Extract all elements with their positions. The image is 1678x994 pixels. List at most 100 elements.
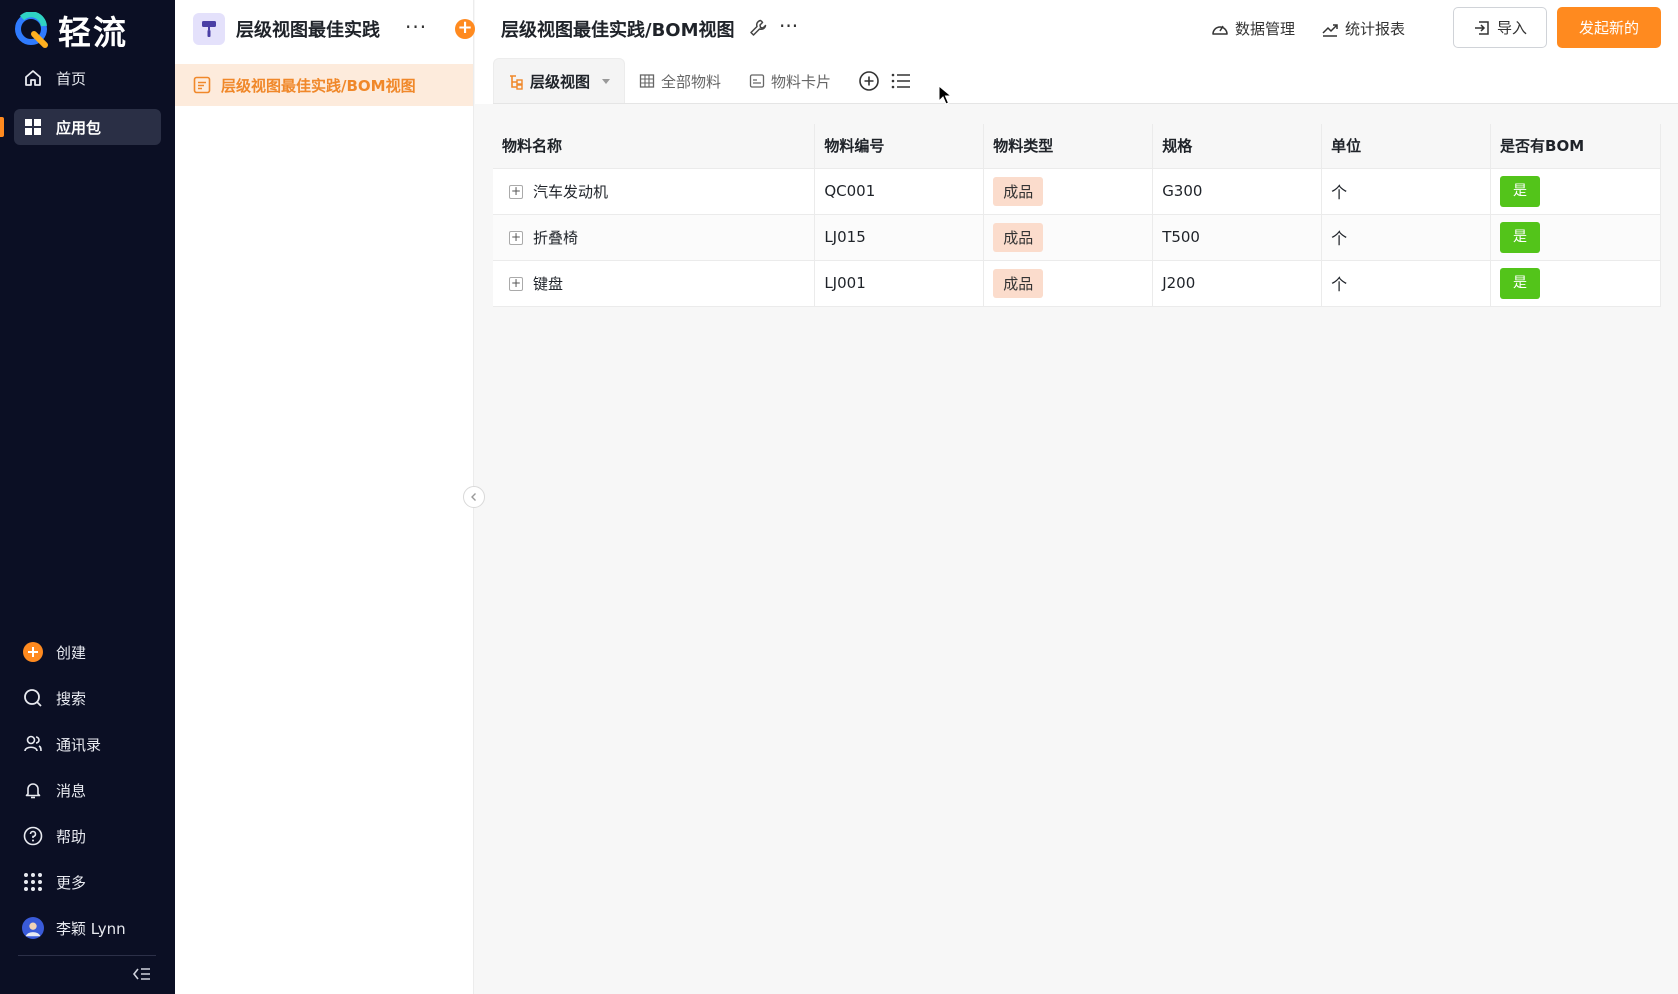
page-title: 层级视图最佳实践/BOM视图 [501, 20, 735, 41]
table-row[interactable]: + 汽车发动机 QC001 成品 G300 个 是 [493, 168, 1661, 215]
tree-item-label: 层级视图最佳实践/BOM视图 [221, 76, 416, 95]
cell-name: + 折叠椅 [493, 214, 816, 261]
cell-code: LJ001 [814, 260, 985, 307]
hierarchy-icon [510, 74, 523, 90]
type-tag: 成品 [993, 268, 1044, 298]
help-icon [22, 825, 44, 847]
logo-text: 轻流 [58, 13, 128, 52]
bom-table: 物料名称 物料编号 物料类型 规格 单位 是否有BOM + 汽车发动机 QC001… [493, 124, 1661, 307]
nav-item-home[interactable]: 首页 [14, 60, 161, 96]
tab-label: 层级视图 [530, 73, 591, 91]
type-tag: 成品 [993, 222, 1044, 252]
cell-code: QC001 [814, 168, 985, 215]
column-header-code[interactable]: 物料编号 [814, 124, 985, 169]
material-name: 汽车发动机 [533, 182, 609, 201]
material-name: 折叠椅 [533, 228, 579, 247]
nav-divider [18, 955, 156, 956]
table-icon [639, 74, 655, 88]
cell-unit: 个 [1321, 168, 1492, 215]
app-tree-panel: 层级视图最佳实践 ··· + 层级视图最佳实践/BOM视图 [175, 0, 475, 994]
plus-circle-icon [22, 641, 44, 663]
caret-down-icon[interactable] [602, 79, 611, 84]
logo-q-icon [15, 12, 48, 48]
import-button[interactable]: 导入 [1453, 7, 1547, 48]
data-manage-label: 数据管理 [1235, 20, 1296, 38]
profile-name: 李颖 Lynn [56, 919, 126, 938]
form-icon [193, 76, 211, 94]
new-record-button[interactable]: 发起新的 [1557, 7, 1661, 48]
bell-icon [22, 779, 44, 801]
type-tag: 成品 [993, 176, 1044, 206]
cell-name: + 汽车发动机 [493, 168, 816, 215]
tab-label: 物料卡片 [771, 72, 832, 91]
table-row[interactable]: + 键盘 LJ001 成品 J200 个 是 [493, 260, 1661, 307]
nav-item-label: 创建 [56, 643, 87, 662]
column-header-name[interactable]: 物料名称 [493, 124, 816, 169]
plus-circle-icon [859, 71, 879, 91]
cell-code: LJ015 [814, 214, 985, 261]
wrench-icon[interactable] [748, 18, 768, 38]
column-header-type[interactable]: 物料类型 [983, 124, 1154, 169]
nav-item-contacts[interactable]: 通讯录 [14, 726, 161, 762]
material-name: 键盘 [533, 274, 564, 293]
nav-item-profile[interactable]: 李颖 Lynn [14, 910, 161, 946]
table-area: 物料名称 物料编号 物料类型 规格 单位 是否有BOM + 汽车发动机 QC001… [493, 104, 1661, 994]
view-list-button[interactable] [885, 58, 917, 104]
nav-item-search[interactable]: 搜索 [14, 680, 161, 716]
app-icon [193, 13, 225, 45]
data-manage-link[interactable]: 数据管理 [1211, 18, 1295, 39]
nav-item-messages[interactable]: 消息 [14, 772, 161, 808]
main-header: 层级视图最佳实践/BOM视图 ··· 数据管理 统计报表 导入 发起新的 层级视… [475, 0, 1678, 104]
logo[interactable]: 轻流 [14, 10, 128, 52]
apps-grid-icon [22, 116, 44, 138]
paint-roller-icon [202, 21, 216, 37]
search-icon [22, 687, 44, 709]
tab-material-card[interactable]: 物料卡片 [735, 58, 845, 104]
expand-plus-icon[interactable]: + [509, 277, 523, 291]
expand-plus-icon[interactable]: + [509, 185, 523, 199]
view-tabs: 层级视图 全部物料 物料卡片 [493, 58, 917, 104]
import-icon [1474, 20, 1489, 35]
title-more-button[interactable]: ··· [779, 14, 798, 38]
nav-item-label: 搜索 [56, 689, 87, 708]
column-header-unit[interactable]: 单位 [1321, 124, 1492, 169]
nav-item-help[interactable]: 帮助 [14, 818, 161, 854]
nav-item-label: 消息 [56, 781, 87, 800]
home-icon [22, 67, 44, 89]
column-header-spec[interactable]: 规格 [1152, 124, 1323, 169]
tab-all-materials[interactable]: 全部物料 [625, 58, 735, 104]
expand-plus-icon[interactable]: + [509, 231, 523, 245]
cell-unit: 个 [1321, 214, 1492, 261]
bom-yes-tag: 是 [1500, 221, 1541, 253]
table-row[interactable]: + 折叠椅 LJ015 成品 T500 个 是 [493, 214, 1661, 261]
collapse-sidebar-icon[interactable] [132, 966, 152, 982]
nav-item-label: 通讯录 [56, 735, 102, 754]
card-icon [749, 74, 765, 88]
active-indicator [0, 117, 4, 137]
cell-has-bom: 是 [1490, 260, 1661, 307]
cell-name: + 键盘 [493, 260, 816, 307]
cell-type: 成品 [983, 168, 1154, 215]
stats-report-label: 统计报表 [1345, 20, 1406, 38]
bom-yes-tag: 是 [1500, 175, 1541, 207]
stats-report-link[interactable]: 统计报表 [1321, 18, 1405, 39]
tab-label: 全部物料 [661, 72, 722, 91]
cell-spec: J200 [1152, 260, 1323, 307]
nav-item-label: 帮助 [56, 827, 87, 846]
nav-item-more[interactable]: 更多 [14, 864, 161, 900]
dots-grid-icon [22, 871, 44, 893]
column-header-has-bom[interactable]: 是否有BOM [1490, 124, 1661, 169]
nav-item-create[interactable]: 创建 [14, 634, 161, 670]
contacts-icon [22, 733, 44, 755]
tab-hierarchy-view[interactable]: 层级视图 [493, 58, 626, 104]
nav-item-apps[interactable]: 应用包 [14, 109, 161, 145]
app-more-button[interactable]: ··· [405, 15, 427, 39]
add-view-button[interactable] [853, 58, 885, 104]
panel-collapse-handle[interactable] [463, 486, 485, 508]
tree-item-bom-view[interactable]: 层级视图最佳实践/BOM视图 [175, 64, 473, 106]
chevron-left-icon [471, 493, 476, 501]
app-header: 层级视图最佳实践 ··· + [193, 13, 475, 45]
app-add-button[interactable]: + [455, 19, 475, 39]
main-sidebar: 轻流 首页 应用包 创建 搜索 通讯录 消息 帮助 更多 李颖 Lynn [0, 0, 175, 994]
cell-spec: T500 [1152, 214, 1323, 261]
